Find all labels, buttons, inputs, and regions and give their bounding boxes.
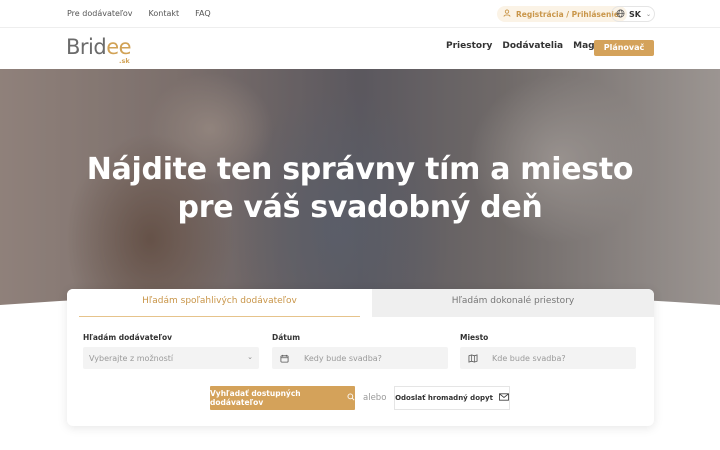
hero-banner: Nájdite ten správny tím a miesto pre váš… [0,69,720,312]
envelope-icon [498,393,509,403]
link-contact[interactable]: Kontakt [149,9,180,18]
globe-icon [616,9,625,20]
hero-title: Nájdite ten správny tím a miesto pre váš… [0,151,720,227]
tab-vendors[interactable]: Hľadám spoľahlivých dodávateľov [67,289,372,317]
logo[interactable]: Bridee .sk [66,35,132,65]
language-selector[interactable]: SK ⌄ [611,6,655,22]
bulk-request-label: Odoslať hromadný dopyt [395,394,493,402]
search-icon [347,393,355,403]
tab-venues[interactable]: Hľadám dokonalé priestory [372,289,654,317]
planner-button[interactable]: Plánovač [594,40,654,56]
vendor-placeholder: Vyberajte z možností [89,353,174,363]
bulk-request-button[interactable]: Odoslať hromadný dopyt [394,386,510,410]
calendar-icon [280,354,298,363]
chevron-down-icon: ⌄ [247,353,253,361]
place-field-label: Miesto [460,333,489,342]
chevron-down-icon: ⌄ [645,10,651,18]
link-for-vendors[interactable]: Pre dodávateľov [67,9,133,18]
search-button-label: Vyhľadať dostupných dodávateľov [210,389,301,407]
search-panel: Hľadám spoľahlivých dodávateľov Hľadám d… [67,289,654,426]
date-field-label: Dátum [272,333,301,342]
register-login-button[interactable]: Registrácia / Prihlásenie [497,6,627,22]
language-label: SK [629,9,641,19]
date-placeholder: Kedy bude svadba? [304,353,382,363]
hero-title-line1: Nájdite ten správny tím a miesto [86,152,634,187]
logo-accent: ee [106,35,132,59]
search-vendors-button[interactable]: Vyhľadať dostupných dodávateľov [210,386,355,410]
map-icon [468,353,486,363]
vendor-select[interactable]: Vyberajte z možností ⌄ [83,347,259,369]
top-links: Pre dodávateľov Kontakt FAQ [67,9,211,18]
user-icon [503,9,511,19]
place-placeholder: Kde bude svadba? [492,353,566,363]
logo-main: Brid [66,35,107,59]
main-nav: Bridee .sk Priestory Dodávatelia Magazín… [0,28,720,69]
register-login-label: Registrácia / Prihlásenie [516,9,619,19]
nav-item-venues[interactable]: Priestory [446,41,492,51]
date-input[interactable]: Kedy bude svadba? [272,347,448,369]
logo-domain: .sk [119,57,130,65]
place-input[interactable]: Kde bude svadba? [460,347,636,369]
link-faq[interactable]: FAQ [195,9,211,18]
vendor-field-label: Hľadám dodávateľov [83,333,173,342]
top-bar: Pre dodávateľov Kontakt FAQ Registrácia … [0,0,720,28]
or-separator: alebo [363,393,387,403]
nav-links: Priestory Dodávatelia Magazín [446,41,615,51]
hero-title-line2: pre váš svadobný deň [177,190,543,225]
nav-item-vendors[interactable]: Dodávatelia [502,41,563,51]
